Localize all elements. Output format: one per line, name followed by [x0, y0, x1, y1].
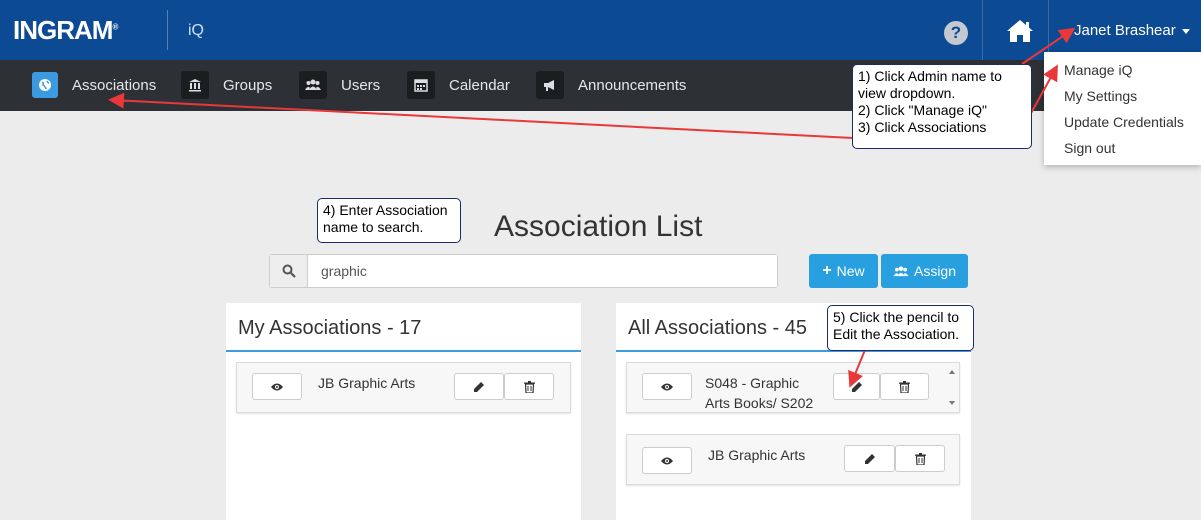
- callout-step-1: 1) Click Admin name to view dropdown. 2)…: [852, 64, 1032, 149]
- caret-down-icon: [1181, 28, 1190, 34]
- globe-icon: [32, 72, 58, 98]
- my-associations-panel: My Associations - 17 JB Graphic Arts: [226, 303, 581, 520]
- nav-item-calendar[interactable]: Calendar: [407, 71, 510, 99]
- scroll-down-icon[interactable]: [949, 401, 955, 405]
- search-input[interactable]: [309, 255, 777, 287]
- user-dropdown-menu: Manage iQ My Settings Update Credentials…: [1044, 52, 1201, 165]
- edit-button[interactable]: [454, 373, 504, 400]
- association-name: S048 - Graphic Arts Books/ S202: [705, 375, 814, 411]
- nav-label: Announcements: [578, 76, 687, 94]
- home-icon[interactable]: [1006, 18, 1034, 44]
- page-title: Association List: [494, 210, 703, 243]
- bank-icon: [181, 71, 209, 99]
- pencil-icon: [474, 381, 484, 392]
- assign-button-label: Assign: [913, 263, 957, 279]
- scrollbar[interactable]: [945, 363, 959, 412]
- nav-label: Users: [341, 76, 381, 94]
- new-button-label: New: [836, 263, 865, 279]
- trash-icon: [914, 452, 926, 465]
- trash-icon: [523, 380, 535, 393]
- view-button[interactable]: [642, 373, 692, 400]
- eye-icon: [661, 457, 673, 464]
- callout-step-5: 5) Click the pencil to Edit the Associat…: [827, 305, 974, 351]
- menu-item-sign-out[interactable]: Sign out: [1064, 140, 1115, 156]
- ingram-logo[interactable]: INGRAM®: [13, 15, 118, 46]
- menu-item-update-credentials[interactable]: Update Credentials: [1064, 114, 1184, 130]
- help-icon[interactable]: ?: [944, 21, 968, 45]
- search-icon: [270, 255, 308, 287]
- association-name: JB Graphic Arts: [708, 447, 806, 463]
- view-button[interactable]: [252, 373, 302, 400]
- nav-item-associations[interactable]: Associations: [32, 71, 156, 99]
- edit-button[interactable]: [833, 373, 880, 400]
- header-divider: [982, 0, 983, 60]
- panel-divider: [226, 350, 581, 352]
- menu-item-manage-iq[interactable]: Manage iQ: [1064, 62, 1132, 78]
- users-icon: [893, 265, 909, 276]
- search-box: [269, 254, 778, 288]
- eye-icon: [271, 383, 283, 390]
- app-name: iQ: [188, 22, 204, 39]
- pencil-icon: [851, 381, 862, 392]
- list-item: JB Graphic Arts: [626, 434, 960, 485]
- nav-item-groups[interactable]: Groups: [181, 71, 272, 99]
- list-item: JB Graphic Arts: [236, 362, 571, 413]
- view-button[interactable]: [642, 447, 692, 474]
- eye-icon: [661, 383, 673, 390]
- delete-button[interactable]: [504, 373, 554, 400]
- logo-divider: [167, 10, 168, 50]
- association-name: JB Graphic Arts: [318, 375, 416, 391]
- header-divider: [1048, 0, 1049, 60]
- panel-title: My Associations - 17: [238, 317, 422, 339]
- trash-icon: [899, 380, 910, 393]
- plus-icon: +: [822, 262, 832, 279]
- panel-title: All Associations - 45: [628, 317, 807, 339]
- user-menu-button[interactable]: Janet Brashear: [1074, 22, 1190, 39]
- delete-button[interactable]: [895, 445, 945, 472]
- menu-item-my-settings[interactable]: My Settings: [1064, 88, 1137, 104]
- scroll-up-icon[interactable]: [949, 370, 955, 374]
- users-icon: [299, 71, 327, 99]
- delete-button[interactable]: [880, 373, 929, 400]
- new-association-button[interactable]: + New: [809, 254, 878, 288]
- callout-step-4: 4) Enter Association name to search.: [317, 198, 461, 243]
- user-name: Janet Brashear: [1074, 22, 1176, 39]
- top-header: INGRAM® iQ ? Janet Brashear: [0, 0, 1201, 60]
- edit-button[interactable]: [844, 445, 895, 472]
- nav-label: Associations: [72, 76, 157, 94]
- pencil-icon: [864, 453, 875, 464]
- assign-button[interactable]: Assign: [881, 254, 968, 288]
- nav-item-users[interactable]: Users: [299, 71, 380, 99]
- calendar-icon: [407, 71, 435, 99]
- nav-label: Groups: [223, 76, 273, 94]
- nav-label: Calendar: [449, 76, 510, 94]
- list-item: S048 - Graphic Arts Books/ S202: [626, 362, 960, 413]
- megaphone-icon: [536, 71, 564, 99]
- nav-item-announcements[interactable]: Announcements: [536, 71, 686, 99]
